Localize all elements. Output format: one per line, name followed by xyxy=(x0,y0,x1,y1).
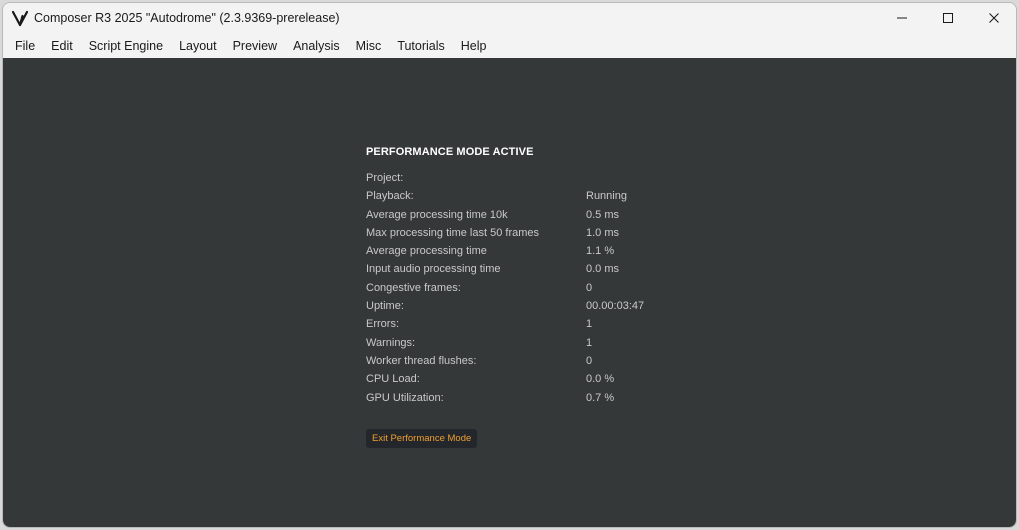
menu-edit[interactable]: Edit xyxy=(43,35,81,58)
stat-value: 1.1 % xyxy=(586,245,615,258)
stat-label: Errors: xyxy=(366,318,399,331)
stat-row-avg-processing-percent: Average processing time 1.1 % xyxy=(366,242,686,260)
stat-label: Warnings: xyxy=(366,336,416,349)
stat-label: Project: xyxy=(366,172,404,184)
stat-row-playback: Playback: Running xyxy=(366,187,686,205)
minimize-icon xyxy=(897,17,907,19)
stat-label: Playback: xyxy=(366,190,414,203)
exit-performance-mode-button[interactable]: Exit Performance Mode xyxy=(366,429,478,448)
stat-value: 0.0 % xyxy=(586,373,615,386)
maximize-icon xyxy=(943,13,953,23)
stat-value: 00.00:03:47 xyxy=(586,300,645,313)
stat-row-errors: Errors: 1 xyxy=(366,315,686,333)
app-logo-icon xyxy=(11,10,29,27)
stat-label: Max processing time last 50 frames xyxy=(366,226,540,239)
stat-value: 1 xyxy=(586,336,593,349)
stat-row-uptime: Uptime: 00.00:03:47 xyxy=(366,297,686,315)
menu-layout[interactable]: Layout xyxy=(171,35,225,58)
stat-value: 0.7 % xyxy=(586,391,615,404)
minimize-button[interactable] xyxy=(879,3,925,33)
stat-row-project: Project: xyxy=(366,169,686,187)
stat-row-warnings: Warnings: 1 xyxy=(366,334,686,352)
menu-misc[interactable]: Misc xyxy=(348,35,390,58)
stat-value: 1 xyxy=(586,318,593,331)
menu-tutorials[interactable]: Tutorials xyxy=(389,35,452,58)
stat-value: 0 xyxy=(586,354,593,367)
menu-bar: File Edit Script Engine Layout Preview A… xyxy=(3,35,1016,58)
title-bar[interactable]: Composer R3 2025 "Autodrome" (2.3.9369-p… xyxy=(3,3,1016,35)
stat-label: Congestive frames: xyxy=(366,281,461,294)
menu-script-engine[interactable]: Script Engine xyxy=(81,35,171,58)
close-button[interactable] xyxy=(971,3,1016,33)
menu-file[interactable]: File xyxy=(3,35,43,58)
stat-label: GPU Utilization: xyxy=(366,391,444,404)
stat-row-avg-processing-10k: Average processing time 10k 0.5 ms xyxy=(366,206,686,224)
menu-help[interactable]: Help xyxy=(453,35,495,58)
performance-stats-panel: PERFORMANCE MODE ACTIVE Project: Playbac… xyxy=(366,145,686,407)
stat-value: 0 xyxy=(586,281,593,294)
stat-label: Input audio processing time xyxy=(366,263,501,276)
app-window: Composer R3 2025 "Autodrome" (2.3.9369-p… xyxy=(2,2,1017,528)
window-title: Composer R3 2025 "Autodrome" (2.3.9369-p… xyxy=(34,11,340,25)
performance-heading: PERFORMANCE MODE ACTIVE xyxy=(366,146,534,158)
maximize-button[interactable] xyxy=(925,3,971,33)
performance-mode-view: PERFORMANCE MODE ACTIVE Project: Playbac… xyxy=(3,58,1016,527)
stat-label: Uptime: xyxy=(366,300,404,313)
stat-label: Worker thread flushes: xyxy=(366,354,477,367)
stat-row-worker-flushes: Worker thread flushes: 0 xyxy=(366,352,686,370)
stat-row-gpu-utilization: GPU Utilization: 0.7 % xyxy=(366,389,686,407)
stat-label: Average processing time xyxy=(366,245,487,258)
stat-row-cpu-load: CPU Load: 0.0 % xyxy=(366,370,686,388)
stat-value: 1.0 ms xyxy=(586,226,620,239)
stat-label: CPU Load: xyxy=(366,373,420,386)
close-icon xyxy=(989,13,999,23)
menu-preview[interactable]: Preview xyxy=(225,35,285,58)
stat-row-max-processing: Max processing time last 50 frames 1.0 m… xyxy=(366,224,686,242)
stat-value: Running xyxy=(586,190,627,203)
stat-value: 0.0 ms xyxy=(586,263,620,276)
stat-label: Average processing time 10k xyxy=(366,208,508,221)
stat-value: 0.5 ms xyxy=(586,208,620,221)
menu-analysis[interactable]: Analysis xyxy=(285,35,348,58)
stat-row-input-audio: Input audio processing time 0.0 ms xyxy=(366,260,686,278)
stat-row-congestive-frames: Congestive frames: 0 xyxy=(366,279,686,297)
